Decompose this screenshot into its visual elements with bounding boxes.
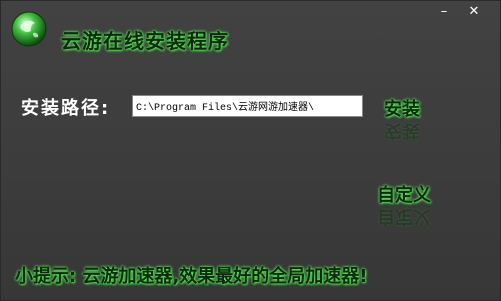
close-button[interactable]: ✕: [464, 4, 484, 20]
window-title: 云游在线安装程序: [61, 29, 229, 53]
install-button-reflection: 安装: [384, 120, 420, 141]
install-path-input[interactable]: [132, 95, 363, 117]
minimize-button[interactable]: –: [434, 4, 454, 20]
install-path-label: 安装路径:: [21, 98, 111, 119]
installer-window: 云游在线安装程序 – ✕ 安装路径: 安装 安装 自定义 自定义 小提示: 云游…: [0, 0, 501, 301]
custom-button-reflection: 自定义: [377, 206, 431, 227]
install-button[interactable]: 安装: [384, 95, 420, 121]
globe-logo-icon: [11, 11, 47, 47]
custom-install-button[interactable]: 自定义: [377, 181, 431, 207]
tip-text: 小提示: 云游加速器,效果最好的全局加速器!: [15, 266, 368, 287]
